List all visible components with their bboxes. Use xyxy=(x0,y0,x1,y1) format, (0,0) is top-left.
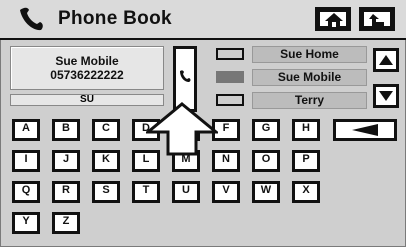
contact-item-terry[interactable]: Terry xyxy=(252,92,367,109)
search-initials-field: SU xyxy=(10,94,164,106)
key-c[interactable]: C xyxy=(92,119,120,141)
key-g[interactable]: G xyxy=(252,119,280,141)
home-button[interactable] xyxy=(315,7,351,31)
key-label: R xyxy=(62,184,70,196)
contact-indicator-1 xyxy=(216,48,244,60)
key-label: V xyxy=(222,184,230,196)
key-q[interactable]: Q xyxy=(12,181,40,203)
key-label: C xyxy=(102,122,110,134)
back-button[interactable] xyxy=(359,7,395,31)
backspace-arrow-icon xyxy=(352,124,378,136)
key-label: G xyxy=(261,122,271,134)
key-label: K xyxy=(102,153,110,165)
key-y[interactable]: Y xyxy=(12,212,40,234)
contact-indicator-3 xyxy=(216,94,244,106)
key-p[interactable]: P xyxy=(292,150,320,172)
call-icon xyxy=(180,70,191,82)
key-a[interactable]: A xyxy=(12,119,40,141)
key-label: A xyxy=(22,122,30,134)
key-h[interactable]: H xyxy=(292,119,320,141)
home-icon xyxy=(325,13,343,27)
key-label: Z xyxy=(62,215,70,227)
key-label: I xyxy=(24,153,28,165)
key-label: P xyxy=(302,153,310,165)
entry-name: Sue Mobile xyxy=(55,54,119,68)
key-label: S xyxy=(102,184,110,196)
key-z[interactable]: Z xyxy=(52,212,80,234)
key-w[interactable]: W xyxy=(252,181,280,203)
arrow-down-icon xyxy=(379,91,393,101)
key-b[interactable]: B xyxy=(52,119,80,141)
header-bar: Phone Book xyxy=(0,0,406,40)
key-label: Q xyxy=(21,184,31,196)
contact-indicator-2 xyxy=(216,71,244,83)
key-label: J xyxy=(62,153,70,165)
key-k[interactable]: K xyxy=(92,150,120,172)
key-label: O xyxy=(261,153,271,165)
arrow-up-icon xyxy=(379,55,393,65)
key-label: X xyxy=(302,184,310,196)
up-arrow-overlay-icon xyxy=(146,102,218,156)
contact-item-sue-mobile[interactable]: Sue Mobile xyxy=(252,69,367,86)
backspace-button[interactable] xyxy=(333,119,397,141)
entry-number: 05736222222 xyxy=(50,68,124,82)
key-j[interactable]: J xyxy=(52,150,80,172)
phone-handset-icon xyxy=(20,7,43,31)
key-u[interactable]: U xyxy=(172,181,200,203)
key-label: T xyxy=(142,184,150,196)
key-r[interactable]: R xyxy=(52,181,80,203)
scroll-up-button[interactable] xyxy=(373,48,399,72)
contact-item-sue-home[interactable]: Sue Home xyxy=(252,46,367,63)
page-title: Phone Book xyxy=(58,8,172,29)
key-label: W xyxy=(260,184,272,196)
key-s[interactable]: S xyxy=(92,181,120,203)
scroll-down-button[interactable] xyxy=(373,84,399,108)
key-label: B xyxy=(62,122,70,134)
key-v[interactable]: V xyxy=(212,181,240,203)
selected-entry-card: Sue Mobile 05736222222 xyxy=(10,46,164,90)
key-o[interactable]: O xyxy=(252,150,280,172)
key-label: H xyxy=(302,122,310,134)
back-icon xyxy=(369,14,384,26)
key-label: U xyxy=(182,184,190,196)
key-i[interactable]: I xyxy=(12,150,40,172)
key-label: Y xyxy=(22,215,30,227)
key-t[interactable]: T xyxy=(132,181,160,203)
key-x[interactable]: X xyxy=(292,181,320,203)
